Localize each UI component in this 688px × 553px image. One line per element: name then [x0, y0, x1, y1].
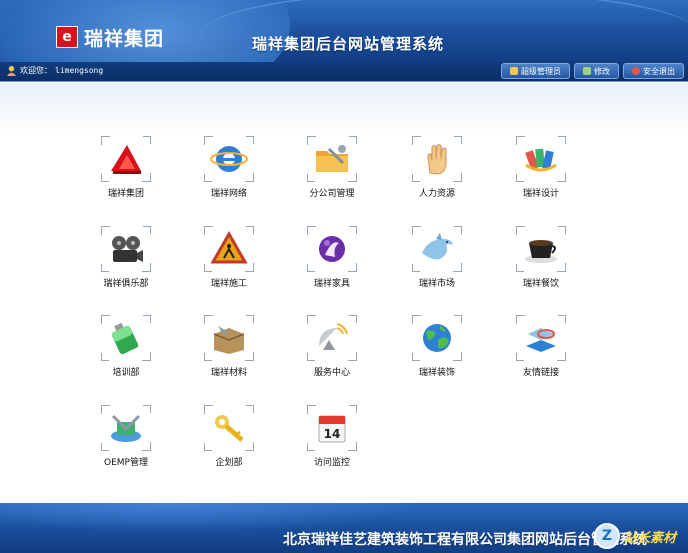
watermark-logo: Z 站长素材 — [594, 521, 684, 551]
super-admin-label: 超级管理员 — [521, 66, 561, 76]
super-admin-button[interactable]: 超级管理员 — [501, 63, 570, 79]
edit-button[interactable]: 修改 — [574, 63, 619, 79]
watermark-text: 站长素材 — [624, 530, 677, 546]
film-projector-icon — [112, 236, 143, 262]
icon-frame — [516, 136, 566, 182]
coffee-cup-icon — [525, 240, 557, 263]
user-bar: 欢迎您： limengsong 超级管理员 修改 安全退出 — [0, 62, 688, 82]
box-materials-icon — [213, 326, 245, 354]
watermark-icon: Z — [594, 523, 620, 549]
icon-frame — [101, 136, 151, 182]
module-label: 瑞祥集团 — [107, 189, 144, 199]
module-planning-dept[interactable]: 企划部 — [185, 405, 265, 475]
icon-frame — [307, 226, 357, 272]
key-icon — [215, 415, 244, 442]
computer-tools-icon — [111, 414, 141, 442]
green-battery-icon — [111, 322, 139, 355]
module-ruixiang-design[interactable]: 瑞祥设计 — [497, 136, 577, 206]
module-label: 瑞祥市场 — [418, 279, 455, 289]
module-label: 服务中心 — [313, 368, 350, 378]
module-label: 企划部 — [215, 458, 243, 468]
edit-icon — [583, 67, 591, 75]
satellite-dish-icon — [319, 323, 348, 350]
icon-frame — [101, 315, 151, 361]
module-label: 培训部 — [112, 368, 140, 378]
module-ruixiang-market[interactable]: 瑞祥市场 — [393, 226, 473, 296]
top-actions: 超级管理员 修改 安全退出 — [501, 63, 684, 79]
icon-frame — [412, 315, 462, 361]
module-label: 分公司管理 — [309, 189, 355, 199]
icon-frame — [412, 136, 462, 182]
module-label: 瑞祥材料 — [210, 368, 247, 378]
exit-icon — [632, 67, 640, 75]
welcome-label: 欢迎您： — [20, 66, 52, 75]
icon-frame — [516, 315, 566, 361]
module-access-monitor[interactable]: 14 访问监控 — [288, 405, 368, 475]
icon-frame — [204, 315, 254, 361]
icon-frame — [307, 315, 357, 361]
purple-orb-icon — [319, 236, 345, 262]
icon-frame — [101, 226, 151, 272]
hand-icon — [427, 144, 447, 175]
color-palette-icon — [525, 148, 557, 172]
icon-frame: 14 — [307, 405, 357, 451]
module-label: 瑞祥餐饮 — [522, 279, 559, 289]
module-training[interactable]: 培训部 — [82, 315, 162, 385]
icon-frame — [204, 136, 254, 182]
module-label: 瑞祥俱乐部 — [103, 279, 149, 289]
ruixiang-group-icon — [111, 145, 141, 174]
logout-button[interactable]: 安全退出 — [623, 63, 684, 79]
module-ruixiang-furniture[interactable]: 瑞祥家具 — [288, 226, 368, 296]
module-ruixiang-club[interactable]: 瑞祥俱乐部 — [82, 226, 162, 296]
module-ruixiang-group[interactable]: 瑞祥集团 — [82, 136, 162, 206]
user-badge-icon — [510, 67, 518, 75]
icon-frame — [204, 405, 254, 451]
folder-tools-icon — [316, 145, 348, 172]
edit-label: 修改 — [594, 66, 610, 76]
module-friendly-links[interactable]: 友情链接 — [497, 315, 577, 385]
module-label: 瑞祥家具 — [313, 279, 350, 289]
module-label: OEMP管理 — [104, 458, 148, 468]
icon-frame — [307, 136, 357, 182]
module-human-resources[interactable]: 人力资源 — [393, 136, 473, 206]
module-label: 人力资源 — [418, 189, 455, 199]
icon-frame — [412, 226, 462, 272]
module-label: 访问监控 — [313, 458, 350, 468]
footer-company-text: 北京瑞祥佳艺建筑装饰工程有限公司集团网站后台管理系统 — [283, 532, 647, 548]
module-branch-management[interactable]: 分公司管理 — [288, 136, 368, 206]
module-label: 友情链接 — [522, 368, 559, 378]
logout-label: 安全退出 — [643, 66, 675, 76]
module-ruixiang-materials[interactable]: 瑞祥材料 — [185, 315, 265, 385]
module-label: 瑞祥装饰 — [418, 368, 455, 378]
globe-icon — [423, 324, 451, 352]
module-ruixiang-dining[interactable]: 瑞祥餐饮 — [497, 226, 577, 296]
module-label: 瑞祥网络 — [210, 189, 247, 199]
module-label: 瑞祥设计 — [522, 189, 559, 199]
module-oemp-management[interactable]: OEMP管理 — [82, 405, 162, 475]
app-header: e 瑞祥集团 瑞祥集团后台网站管理系统 — [0, 0, 688, 62]
module-label: 瑞祥施工 — [210, 279, 247, 289]
module-grid: 瑞祥集团 瑞祥网络 分公司管理 人力资源 瑞祥设计 瑞祥俱乐部 瑞祥施工 瑞祥家… — [0, 83, 688, 503]
module-ruixiang-network[interactable]: 瑞祥网络 — [185, 136, 265, 206]
icon-frame — [204, 226, 254, 272]
system-title: 瑞祥集团后台网站管理系统 — [252, 35, 445, 53]
construction-sign-icon — [210, 231, 248, 264]
calendar-icon: 14 — [318, 415, 346, 443]
module-ruixiang-decoration[interactable]: 瑞祥装饰 — [393, 315, 473, 385]
icon-frame — [516, 226, 566, 272]
icon-frame — [101, 405, 151, 451]
logo-text: 瑞祥集团 — [84, 27, 165, 50]
company-logo[interactable]: e 瑞祥集团 — [56, 26, 165, 50]
logo-mark-icon: e — [56, 26, 78, 48]
username: limengsong — [55, 66, 104, 75]
module-ruixiang-construction[interactable]: 瑞祥施工 — [185, 226, 265, 296]
calendar-day: 14 — [324, 427, 341, 441]
dolphin-icon — [422, 233, 453, 260]
ie-browser-icon — [210, 146, 248, 172]
app-footer: 北京瑞祥佳艺建筑装饰工程有限公司集团网站后台管理系统 Z 站长素材 — [0, 503, 688, 553]
module-service-center[interactable]: 服务中心 — [288, 315, 368, 385]
link-book-icon — [526, 328, 556, 352]
user-icon — [6, 65, 17, 76]
welcome-area: 欢迎您： limengsong — [6, 65, 103, 76]
